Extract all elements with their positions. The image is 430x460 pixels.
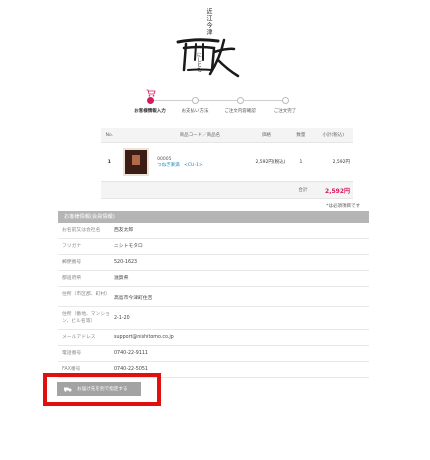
step-label-4: ご注文完了 bbox=[273, 109, 297, 114]
steps-line bbox=[149, 100, 287, 101]
logo-mark bbox=[176, 38, 240, 78]
item-name-cell: 00005 つねぎ楽満 <CU-1> bbox=[155, 142, 245, 182]
info-row-address1: 住所（市区郡、町村） 高島市今津町住吉 bbox=[58, 287, 369, 307]
step-dot-1 bbox=[147, 97, 154, 104]
specify-delivery-button[interactable]: お届け先を別で指定する bbox=[57, 382, 141, 396]
checkout-steps: お客様情報入力 お支払い方法 ご注文内容確認 ご注文完了 bbox=[134, 89, 297, 118]
brand-reading: にしとも bbox=[196, 52, 202, 72]
info-value: 0740-22-9111 bbox=[114, 351, 148, 356]
info-row-pref: 都道府県 滋賀県 bbox=[58, 271, 369, 287]
info-row-address2: 住所（番地、マンション、ビル名等） 2-1-20 bbox=[58, 307, 369, 330]
item-qty: 1 bbox=[288, 142, 314, 182]
required-note: *は必須項目です bbox=[326, 204, 360, 209]
brand-logo: 近江今津 にしとも bbox=[0, 0, 430, 90]
col-price: 価格 bbox=[244, 128, 289, 143]
info-label: 郵便番号 bbox=[62, 260, 82, 265]
cart-icon bbox=[146, 89, 156, 97]
info-row-kana: フリガナ ニシトモタロ bbox=[58, 239, 369, 255]
total-label: 合計 bbox=[101, 181, 314, 199]
item-image-cell bbox=[117, 142, 156, 182]
item-name-link[interactable]: つねぎ楽満 <CU-1> bbox=[157, 162, 244, 168]
cart-item-row: 1 00005 つねぎ楽満 <CU-1> 2,592円(税込) 1 2,592円 bbox=[101, 142, 353, 182]
info-label: 住所（市区郡、町村） bbox=[62, 292, 110, 297]
info-value: 高島市今津町住吉 bbox=[114, 296, 153, 301]
info-value: 2-1-20 bbox=[114, 316, 130, 321]
step-dot-2 bbox=[192, 97, 199, 104]
truck-icon bbox=[64, 387, 72, 392]
cart-table: No. 商品コード／商品名 価格 数量 小計(税込) 1 00005 つねぎ楽満… bbox=[101, 128, 353, 199]
item-price: 2,592円(税込) bbox=[244, 142, 289, 182]
info-value: ニシトモタロ bbox=[114, 244, 143, 249]
info-value: 520-1623 bbox=[114, 260, 138, 265]
col-no: No. bbox=[101, 128, 118, 143]
product-image[interactable] bbox=[123, 148, 150, 176]
info-label: 電話番号 bbox=[62, 351, 82, 356]
info-value: 西友太郎 bbox=[114, 228, 134, 233]
step-dot-3 bbox=[237, 97, 244, 104]
step-dot-4 bbox=[282, 97, 289, 104]
step-label-3: ご注文内容確認 bbox=[224, 109, 256, 114]
step-label-1: お客様情報入力 bbox=[134, 109, 166, 114]
info-row-zip: 郵便番号 520-1623 bbox=[58, 255, 369, 271]
total-value: 2,592円 bbox=[313, 181, 353, 199]
info-value: 滋賀県 bbox=[114, 276, 129, 281]
col-image bbox=[117, 128, 156, 143]
col-qty: 数量 bbox=[288, 128, 314, 143]
item-no: 1 bbox=[101, 142, 118, 182]
specify-delivery-label: お届け先を別で指定する bbox=[77, 387, 128, 392]
info-row-name: お名前又は会社名 西友太郎 bbox=[58, 223, 369, 239]
info-label: 住所（番地、マンション、ビル名等） bbox=[62, 312, 110, 324]
col-name: 商品コード／商品名 bbox=[155, 128, 245, 143]
info-label: メールアドレス bbox=[62, 335, 96, 340]
cart-header-row: No. 商品コード／商品名 価格 数量 小計(税込) bbox=[101, 128, 353, 143]
col-subtotal: 小計(税込) bbox=[313, 128, 353, 143]
step-label-2: お支払い方法 bbox=[181, 109, 209, 114]
info-label: お名前又は会社名 bbox=[62, 228, 101, 233]
item-subtotal: 2,592円 bbox=[313, 142, 353, 182]
info-label: フリガナ bbox=[62, 244, 82, 249]
cart-total-row: 合計 2,592円 bbox=[101, 181, 353, 199]
info-value: support@nishitomo.co.jp bbox=[114, 335, 174, 340]
info-row-email: メールアドレス support@nishitomo.co.jp bbox=[58, 330, 369, 346]
info-row-tel: 電話番号 0740-22-9111 bbox=[58, 346, 369, 362]
customer-info-title: お客様情報(会員情報) bbox=[58, 211, 369, 223]
info-label: 都道府県 bbox=[62, 276, 82, 281]
customer-info: お客様情報(会員情報) お名前又は会社名 西友太郎 フリガナ ニシトモタロ 郵便番号… bbox=[58, 211, 369, 378]
